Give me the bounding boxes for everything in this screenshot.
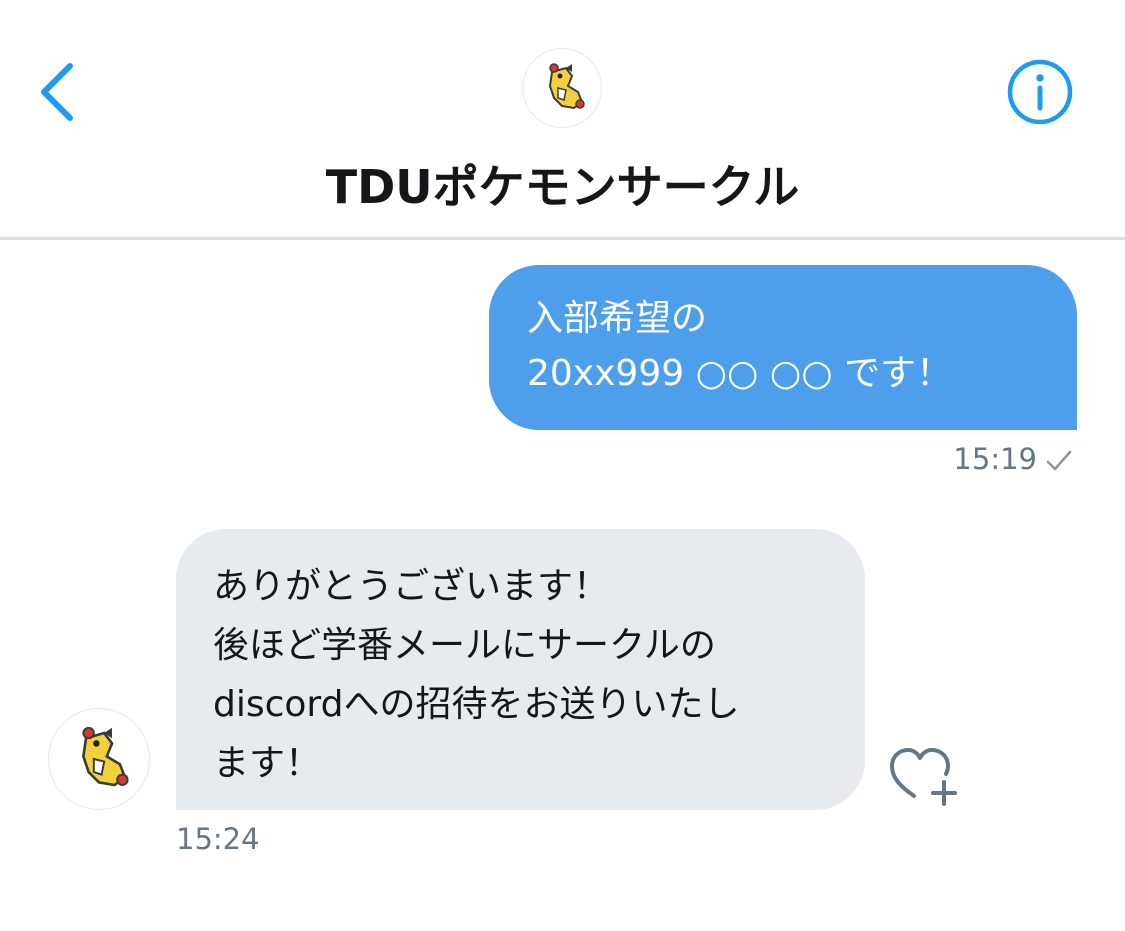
pokemon-avatar-icon — [548, 63, 585, 110]
incoming-message[interactable]: ありがとうございます！ 後ほど学番メールにサークルの discordへの招待をお… — [176, 529, 865, 810]
conversation-title: TDUポケモンサークル — [325, 160, 800, 214]
pokemon-avatar-icon — [82, 726, 129, 787]
conversation-avatar[interactable] — [522, 48, 602, 128]
chevron-left-icon — [41, 63, 73, 121]
message-timestamp: 15:24 — [176, 822, 260, 856]
outgoing-message[interactable]: 入部希望の 20xx999 ○○ ○○ です！ — [489, 265, 1077, 430]
sender-avatar[interactable] — [48, 708, 150, 810]
conversation-header: TDUポケモンサークル — [0, 0, 1125, 240]
info-icon — [1007, 59, 1073, 125]
message-timestamp: 15:19 — [953, 442, 1037, 476]
back-button[interactable] — [30, 58, 90, 124]
react-button[interactable] — [886, 742, 964, 808]
check-icon — [1046, 450, 1072, 471]
info-button[interactable] — [1004, 56, 1076, 128]
heart-plus-icon — [890, 748, 957, 806]
